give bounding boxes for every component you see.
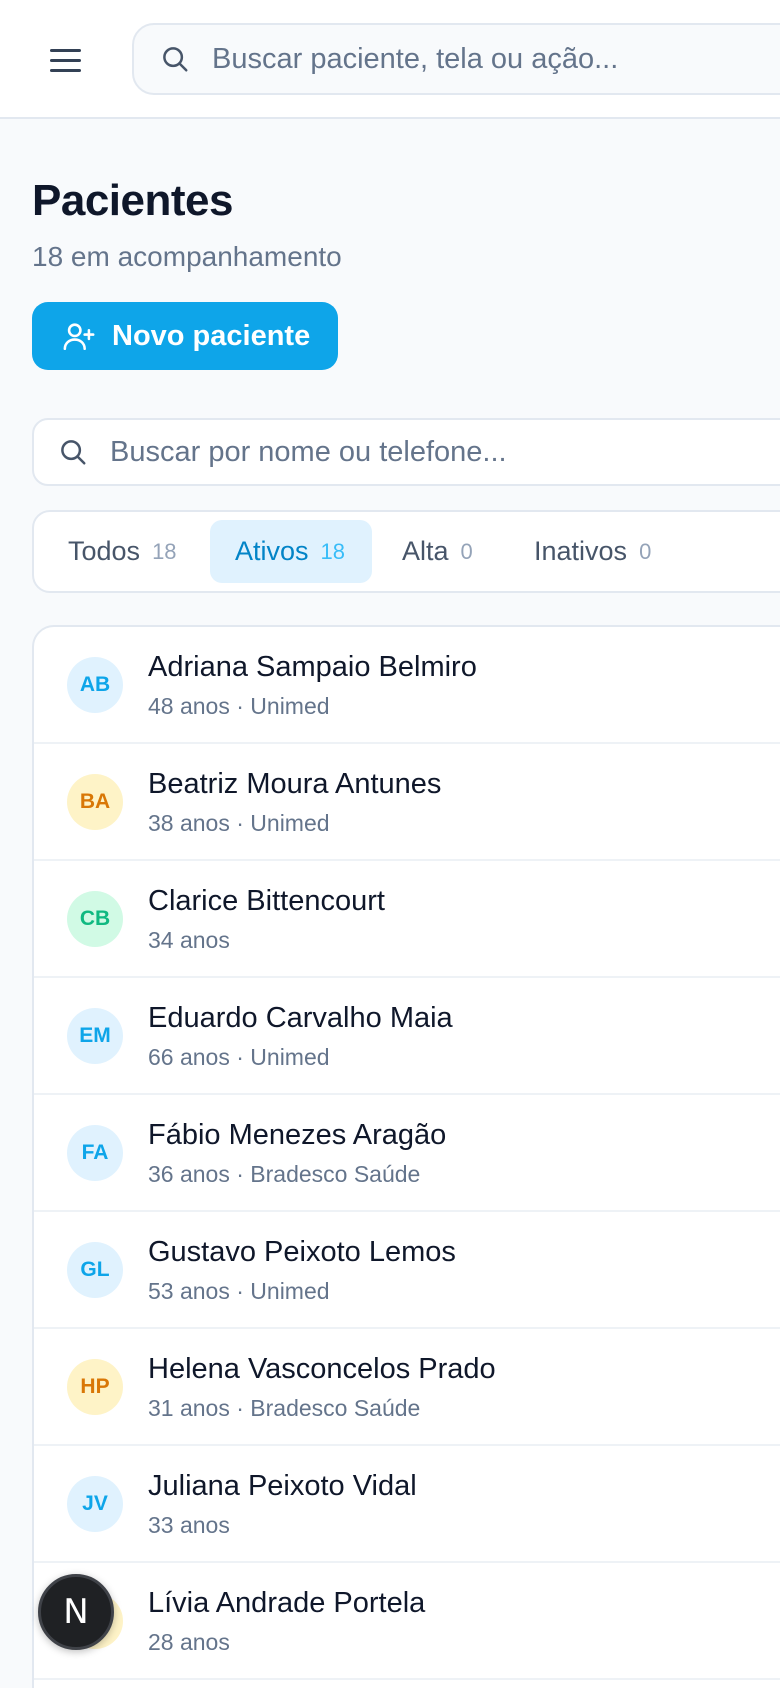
new-patient-label: Novo paciente: [112, 319, 311, 352]
avatar: EM: [67, 1008, 123, 1064]
fab-letter: N: [63, 1592, 89, 1632]
patient-row[interactable]: EM Eduardo Carvalho Maia 66 anos · Unime…: [34, 978, 780, 1095]
top-bar: [0, 0, 780, 119]
patient-name: Fábio Menezes Aragão: [148, 1119, 447, 1151]
patient-search-input[interactable]: [110, 435, 780, 469]
avatar: HP: [67, 1359, 123, 1415]
avatar: JV: [67, 1476, 123, 1532]
patient-row[interactable]: GL Gustavo Peixoto Lemos 53 anos · Unime…: [34, 1212, 780, 1329]
tab-label: Alta: [402, 536, 449, 566]
patient-name: Clarice Bittencourt: [148, 885, 385, 917]
patient-meta: 48 anos · Unimed: [148, 693, 330, 719]
patient-meta: 31 anos · Bradesco Saúde: [148, 1395, 421, 1421]
patient-row[interactable]: CB Clarice Bittencourt 34 anos: [34, 861, 780, 978]
tab-inativos[interactable]: Inativos 0: [534, 520, 664, 583]
tab-count: 0: [639, 538, 652, 564]
patient-name: Gustavo Peixoto Lemos: [148, 1236, 456, 1268]
patient-meta: 34 anos: [148, 927, 230, 953]
patient-row[interactable]: FA Fábio Menezes Aragão 36 anos · Brades…: [34, 1095, 780, 1212]
dev-tools-badge[interactable]: N: [38, 1574, 114, 1650]
avatar: CB: [67, 891, 123, 947]
tab-count: 0: [460, 538, 473, 564]
patient-row[interactable]: HP Helena Vasconcelos Prado 31 anos · Br…: [34, 1329, 780, 1446]
tab-count: 18: [320, 538, 346, 564]
tab-ativos[interactable]: Ativos 18: [210, 520, 372, 583]
tab-todos[interactable]: Todos 18: [68, 520, 192, 583]
patient-row[interactable]: JV Juliana Peixoto Vidal 33 anos: [34, 1446, 780, 1563]
tab-label: Todos: [68, 536, 141, 566]
patient-name: Adriana Sampaio Belmiro: [148, 651, 477, 683]
patient-meta: 38 anos · Unimed: [148, 810, 330, 836]
patient-search[interactable]: [32, 418, 780, 486]
patient-name: Lívia Andrade Portela: [148, 1587, 426, 1619]
avatar: GL: [67, 1242, 123, 1298]
page-subtitle: 18 em acompanhamento: [32, 241, 342, 272]
status-tabs: Todos 18 Ativos 18 Alta 0 Inativos 0: [32, 510, 780, 593]
tab-alta[interactable]: Alta 0: [402, 520, 492, 583]
tab-count: 18: [152, 538, 177, 564]
patient-row[interactable]: AB Adriana Sampaio Belmiro 48 anos · Uni…: [34, 627, 780, 744]
patient-row[interactable]: BA Beatriz Moura Antunes 38 anos · Unime…: [34, 744, 780, 861]
hamburger-menu-icon[interactable]: [50, 40, 90, 80]
tab-label: Ativos: [235, 536, 309, 566]
global-search[interactable]: [132, 23, 780, 95]
avatar: BA: [67, 774, 123, 830]
patient-meta: 36 anos · Bradesco Saúde: [148, 1161, 421, 1187]
search-icon: [61, 440, 86, 465]
page-title: Pacientes: [32, 176, 233, 225]
user-plus-icon: [63, 323, 95, 351]
tab-label: Inativos: [534, 536, 628, 566]
patient-meta: 53 anos · Unimed: [148, 1278, 330, 1304]
patient-name: Beatriz Moura Antunes: [148, 768, 442, 800]
patient-meta: 66 anos · Unimed: [148, 1044, 330, 1070]
patient-name: Helena Vasconcelos Prado: [148, 1353, 496, 1385]
search-icon: [163, 47, 188, 72]
patient-name: Juliana Peixoto Vidal: [148, 1470, 417, 1502]
avatar: FA: [67, 1125, 123, 1181]
patient-meta: 28 anos: [148, 1629, 230, 1655]
patient-list: AB Adriana Sampaio Belmiro 48 anos · Uni…: [32, 625, 780, 1688]
global-search-input[interactable]: [212, 42, 780, 76]
new-patient-button[interactable]: Novo paciente: [32, 302, 338, 370]
patient-row[interactable]: LP Lívia Andrade Portela 28 anos: [34, 1563, 780, 1680]
patient-meta: 33 anos: [148, 1512, 230, 1538]
patient-name: Eduardo Carvalho Maia: [148, 1002, 453, 1034]
avatar: AB: [67, 657, 123, 713]
